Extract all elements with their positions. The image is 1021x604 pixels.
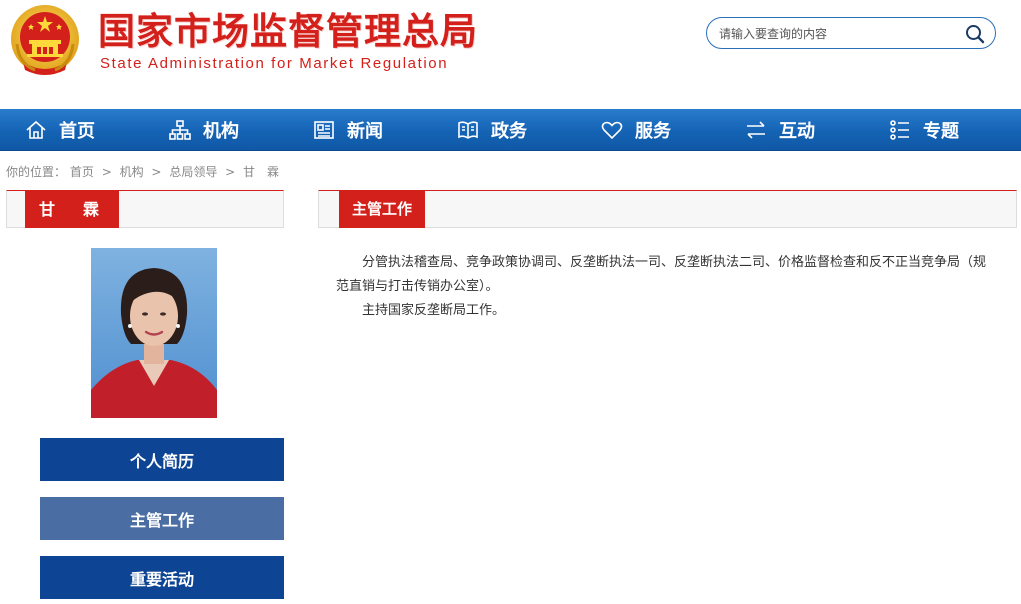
- breadcrumb-separator: >: [151, 165, 162, 179]
- topic-list-icon: [890, 119, 909, 140]
- search-box: [706, 17, 996, 49]
- breadcrumb-leaders[interactable]: 总局领导: [169, 165, 217, 179]
- site-title-cn[interactable]: 国家市场监督管理总局: [98, 8, 478, 56]
- breadcrumb-prefix: 你的位置：: [6, 165, 67, 179]
- search-icon[interactable]: [965, 24, 985, 44]
- side-menu-duties[interactable]: 主管工作: [40, 497, 284, 540]
- org-chart-icon: [169, 119, 191, 140]
- leader-name-header: 甘 霖: [6, 190, 284, 228]
- breadcrumb-separator: >: [101, 165, 112, 179]
- home-icon: [26, 120, 46, 139]
- nav-item-org[interactable]: 机构: [169, 109, 239, 150]
- breadcrumb-home[interactable]: 首页: [70, 165, 94, 179]
- main-nav: 首页 机构 新闻 政务 服务 互动 专题: [0, 109, 1021, 151]
- nav-item-service[interactable]: 服务: [601, 109, 671, 150]
- nav-item-news[interactable]: 新闻: [313, 109, 383, 150]
- content-paragraph: 分管执法稽查局、竞争政策协调司、反垄断执法一司、反垄断执法二司、价格监督检查和反…: [336, 255, 987, 294]
- nav-label-topics: 专题: [923, 120, 959, 142]
- leader-name: 甘 霖: [25, 191, 120, 228]
- content-paragraph: 主持国家反垄断局工作。: [362, 303, 506, 318]
- nav-item-affairs[interactable]: 政务: [457, 109, 527, 150]
- nav-item-interact[interactable]: 互动: [745, 109, 815, 150]
- section-title: 主管工作: [339, 191, 426, 228]
- nav-label-interact: 互动: [779, 120, 815, 142]
- site-header: 国家市场监督管理总局 State Administration for Mark…: [0, 0, 1021, 108]
- national-emblem-logo[interactable]: [9, 4, 81, 78]
- breadcrumb: 你的位置： 首页 > 机构 > 总局领导 > 甘 霖: [6, 163, 279, 180]
- breadcrumb-current[interactable]: 甘 霖: [243, 165, 279, 179]
- nav-label-home: 首页: [59, 120, 95, 142]
- exchange-arrows-icon: [747, 120, 765, 139]
- nav-item-topics[interactable]: 专题: [889, 109, 959, 150]
- side-menu-resume[interactable]: 个人简历: [40, 438, 284, 481]
- leader-portrait: [91, 248, 217, 418]
- nav-label-affairs: 政务: [491, 120, 527, 142]
- side-menu-activities[interactable]: 重要活动: [40, 556, 284, 599]
- section-content: 分管执法稽查局、竞争政策协调司、反垄断执法一司、反垄断执法二司、价格监督检查和反…: [336, 251, 998, 323]
- open-book-icon: [458, 120, 478, 139]
- newspaper-icon: [314, 120, 334, 139]
- search-input[interactable]: [717, 23, 961, 45]
- section-header: 主管工作: [318, 190, 1017, 228]
- nav-label-service: 服务: [635, 120, 671, 142]
- nav-item-home[interactable]: 首页: [25, 109, 95, 150]
- breadcrumb-separator: >: [225, 165, 236, 179]
- nav-label-news: 新闻: [347, 120, 383, 142]
- breadcrumb-org[interactable]: 机构: [120, 165, 144, 179]
- heart-icon: [601, 121, 623, 139]
- site-title-en: State Administration for Market Regulati…: [100, 55, 449, 72]
- nav-label-org: 机构: [203, 120, 239, 142]
